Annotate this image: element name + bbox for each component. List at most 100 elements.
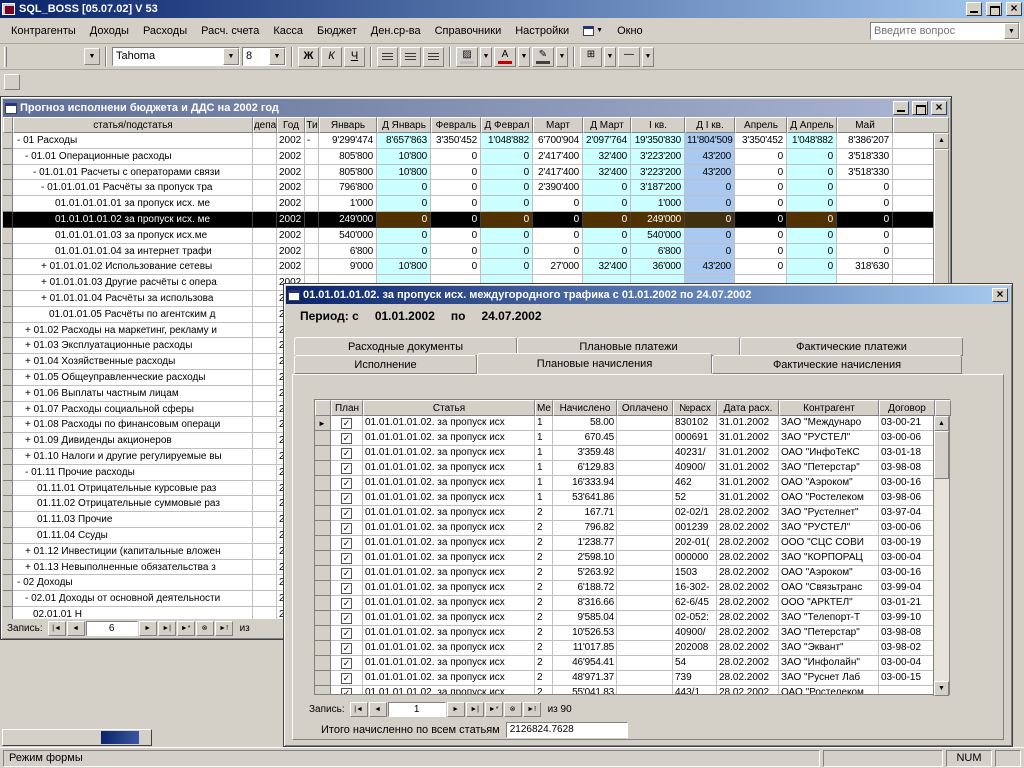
record-selector[interactable] — [315, 446, 331, 461]
record-selector[interactable] — [315, 431, 331, 446]
menu-item[interactable]: Справочники — [428, 22, 509, 40]
font-size-combo[interactable]: 8▼ — [242, 47, 286, 66]
record-selector[interactable] — [315, 641, 331, 656]
record-selector[interactable] — [3, 402, 13, 418]
menu-item[interactable]: Ден.ср-ва — [364, 22, 428, 40]
record-selector[interactable] — [3, 481, 13, 497]
record-selector[interactable] — [3, 323, 13, 339]
table-row[interactable]: 01.01.01.01.02. за пропуск исх 1 58.00 8… — [315, 416, 949, 431]
record-selector[interactable] — [3, 212, 13, 228]
total-value-box[interactable]: 2126824.7628 — [506, 722, 628, 738]
plan-checkbox[interactable] — [341, 598, 352, 609]
budget-window-titlebar[interactable]: Прогноз исполнени бюджета и ДДС на 2002 … — [3, 99, 949, 117]
record-number-input[interactable]: 6 — [86, 621, 138, 636]
record-selector[interactable] — [315, 581, 331, 596]
table-row[interactable]: 01.01.01.01.02. за пропуск исх 1 16'333.… — [315, 476, 949, 491]
fill-color-button[interactable]: ▨ — [456, 47, 478, 67]
menu-item[interactable]: Расч. счета — [194, 22, 266, 40]
record-selector[interactable] — [3, 307, 13, 323]
next-record-button[interactable]: ► — [139, 621, 157, 636]
app-titlebar[interactable]: SQL_BOSS [05.07.02] V 53 × — [0, 0, 1024, 18]
tab[interactable]: Фактические платежи — [740, 337, 963, 356]
plan-checkbox[interactable] — [341, 568, 352, 579]
record-selector[interactable] — [315, 551, 331, 566]
previous-record-button[interactable]: ◄ — [369, 702, 387, 717]
record-selector[interactable] — [3, 528, 13, 544]
table-row[interactable]: 01.01.01.01.02. за пропуск исх 2 55'041.… — [315, 686, 949, 694]
record-selector[interactable] — [3, 417, 13, 433]
record-selector[interactable] — [315, 536, 331, 551]
previous-record-button[interactable]: ◄ — [67, 621, 85, 636]
table-row[interactable]: 01.01.01.01.02. за пропуск исх 1 6'129.8… — [315, 461, 949, 476]
record-selector[interactable] — [315, 566, 331, 581]
plan-checkbox[interactable] — [341, 508, 352, 519]
align-center-button[interactable] — [400, 47, 421, 67]
table-row[interactable]: 01.01.01.01.02 за пропуск исх. ме 2002 2… — [3, 212, 949, 228]
plan-checkbox[interactable] — [341, 448, 352, 459]
record-selector[interactable] — [3, 354, 13, 370]
record-selector[interactable] — [3, 512, 13, 528]
detail-window-titlebar[interactable]: 01.01.01.01.02. за пропуск исх. междугор… — [286, 286, 1010, 304]
record-selector[interactable] — [315, 416, 331, 431]
last-record-button[interactable]: ►| — [466, 702, 484, 717]
record-selector[interactable] — [315, 521, 331, 536]
restore-button[interactable] — [986, 2, 1002, 16]
plan-checkbox[interactable] — [341, 628, 352, 639]
record-number-input[interactable]: 1 — [388, 702, 446, 717]
table-row[interactable]: 01.01.01.01.02. за пропуск исх 2 11'017.… — [315, 641, 949, 656]
record-selector[interactable] — [3, 165, 13, 181]
toolbar-handle[interactable] — [4, 74, 20, 90]
plan-checkbox[interactable] — [341, 463, 352, 474]
record-selector[interactable] — [3, 196, 13, 212]
font-color-button[interactable]: А — [494, 47, 516, 67]
toolbar-grip[interactable] — [4, 47, 7, 67]
record-selector[interactable] — [3, 544, 13, 560]
record-selector[interactable] — [3, 259, 13, 275]
record-selector[interactable] — [315, 506, 331, 521]
record-selector[interactable] — [3, 275, 13, 291]
font-combo[interactable]: Tahoma▼ — [112, 47, 240, 66]
help-search-input[interactable] — [871, 25, 1004, 37]
table-row[interactable]: 01.01.01.01.02. за пропуск исх 2 8'316.6… — [315, 596, 949, 611]
table-row[interactable]: 01.01.01.01.02. за пропуск исх 1 3'359.4… — [315, 446, 949, 461]
record-selector[interactable] — [3, 607, 13, 619]
close-button[interactable]: × — [931, 101, 947, 115]
chevron-down-icon[interactable]: ▼ — [480, 47, 492, 67]
plan-checkbox[interactable] — [341, 673, 352, 684]
line-color-button[interactable]: ✎ — [532, 47, 554, 67]
plan-checkbox[interactable] — [341, 493, 352, 504]
bold-button[interactable]: Ж — [298, 47, 319, 67]
tab[interactable]: Исполнение — [294, 355, 477, 374]
new-record-button[interactable]: ►* — [177, 621, 195, 636]
plan-checkbox[interactable] — [341, 553, 352, 564]
plan-checkbox[interactable] — [341, 538, 352, 549]
table-row[interactable]: - 01.01 Операционные расходы 2002 805'80… — [3, 149, 949, 165]
tab[interactable]: Плановые начисления — [477, 353, 712, 374]
record-selector[interactable] — [3, 244, 13, 260]
chevron-down-icon[interactable]: ▼ — [642, 47, 654, 67]
minimize-button[interactable] — [893, 101, 909, 115]
table-row[interactable]: 01.01.01.01.02. за пропуск исх 2 167.71 … — [315, 506, 949, 521]
minimized-window[interactable] — [2, 729, 152, 746]
plan-checkbox[interactable] — [341, 658, 352, 669]
plan-checkbox[interactable] — [341, 478, 352, 489]
menu-item[interactable]: Бюджет — [310, 22, 364, 40]
chevron-down-icon[interactable]: ▼ — [1004, 23, 1019, 39]
table-row[interactable]: - 01 Расходы 2002 - 9'299'474 8'657'863 … — [3, 133, 949, 149]
close-button[interactable]: × — [1006, 2, 1022, 16]
requery-button[interactable]: ►! — [523, 702, 541, 717]
next-record-button[interactable]: ► — [447, 702, 465, 717]
align-left-button[interactable] — [377, 47, 398, 67]
new-record-button[interactable]: ►* — [485, 702, 503, 717]
record-selector[interactable] — [315, 611, 331, 626]
record-selector[interactable] — [3, 149, 13, 165]
record-selector[interactable] — [315, 476, 331, 491]
table-row[interactable]: 01.01.01.01.02. за пропуск исх 2 5'263.9… — [315, 566, 949, 581]
record-selector[interactable] — [3, 449, 13, 465]
scrollbar-thumb[interactable] — [934, 149, 949, 289]
record-selector[interactable] — [3, 386, 13, 402]
record-selector[interactable] — [3, 433, 13, 449]
windows-menu-icon[interactable]: ▼ — [576, 22, 610, 40]
delete-record-button[interactable]: ⊗ — [504, 702, 522, 717]
plan-checkbox[interactable] — [341, 418, 352, 429]
